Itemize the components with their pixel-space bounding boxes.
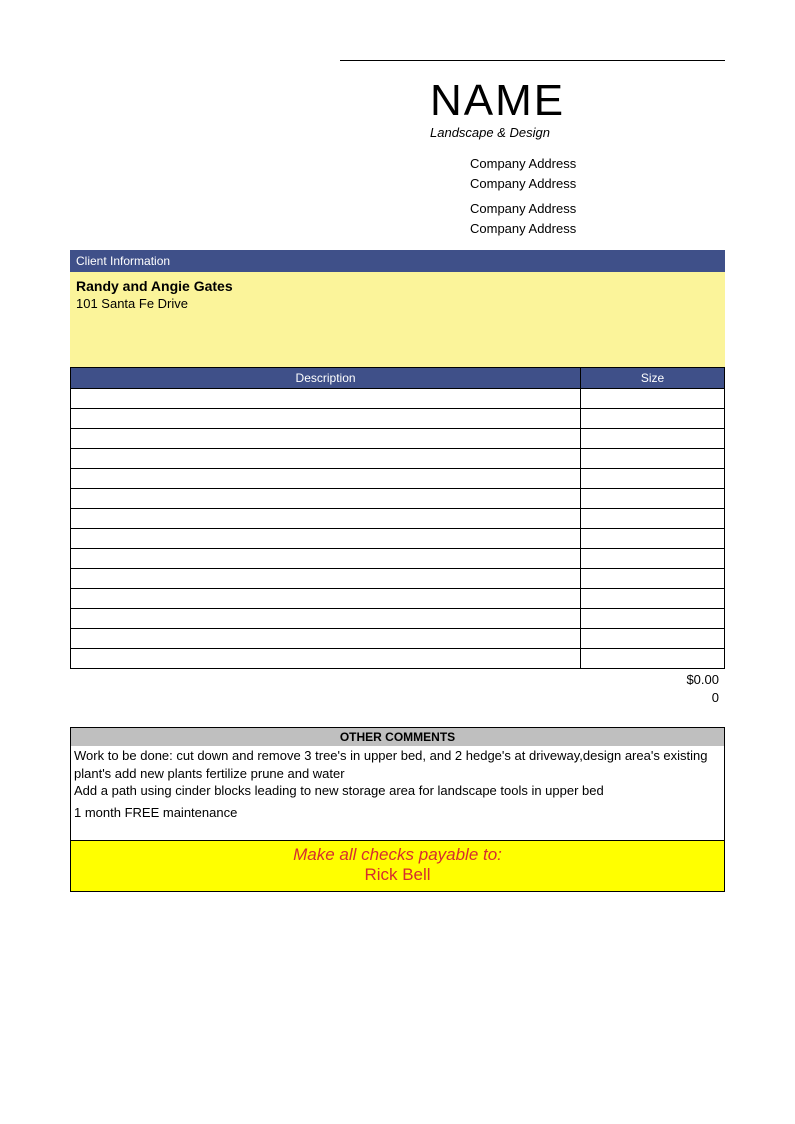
table-row xyxy=(71,489,725,509)
cell-description xyxy=(71,529,581,549)
table-row xyxy=(71,609,725,629)
client-address: 101 Santa Fe Drive xyxy=(76,296,719,311)
table-row xyxy=(71,649,725,669)
total-secondary: 0 xyxy=(70,689,719,707)
cell-size xyxy=(581,469,725,489)
cell-description xyxy=(71,549,581,569)
column-header-size: Size xyxy=(581,368,725,389)
table-row xyxy=(71,449,725,469)
line-items-body xyxy=(71,389,725,669)
cell-description xyxy=(71,509,581,529)
cell-size xyxy=(581,429,725,449)
cell-description xyxy=(71,469,581,489)
table-row xyxy=(71,569,725,589)
column-header-description: Description xyxy=(71,368,581,389)
company-name: NAME xyxy=(430,79,725,123)
totals-block: $0.00 0 xyxy=(70,669,725,727)
client-name: Randy and Angie Gates xyxy=(76,278,719,294)
cell-size xyxy=(581,409,725,429)
company-address-line: Company Address xyxy=(470,199,725,219)
cell-description xyxy=(71,449,581,469)
top-horizontal-rule xyxy=(340,60,725,61)
table-row xyxy=(71,429,725,449)
cell-description xyxy=(71,429,581,449)
comment-line: Add a path using cinder blocks leading t… xyxy=(74,782,721,800)
cell-size xyxy=(581,389,725,409)
comment-line: Work to be done: cut down and remove 3 t… xyxy=(74,747,721,782)
cell-description xyxy=(71,589,581,609)
cell-description xyxy=(71,609,581,629)
cell-size xyxy=(581,609,725,629)
line-items-table: Description Size xyxy=(70,367,725,669)
cell-size xyxy=(581,449,725,469)
checks-payee: Rick Bell xyxy=(71,865,724,885)
client-info-box: Randy and Angie Gates 101 Santa Fe Drive xyxy=(70,272,725,367)
cell-size xyxy=(581,589,725,609)
cell-size xyxy=(581,509,725,529)
comment-line: 1 month FREE maintenance xyxy=(74,804,721,822)
table-row xyxy=(71,529,725,549)
company-address-line: Company Address xyxy=(470,154,725,174)
table-row xyxy=(71,389,725,409)
cell-size xyxy=(581,569,725,589)
cell-description xyxy=(71,569,581,589)
company-address-line: Company Address xyxy=(470,174,725,194)
table-row xyxy=(71,409,725,429)
table-row xyxy=(71,549,725,569)
table-row xyxy=(71,589,725,609)
client-info-header: Client Information xyxy=(70,250,725,272)
cell-description xyxy=(71,489,581,509)
cell-size xyxy=(581,649,725,669)
company-address-block: Company Address Company Address Company … xyxy=(470,154,725,238)
cell-size xyxy=(581,489,725,509)
payment-instructions: Make all checks payable to: Rick Bell xyxy=(70,840,725,892)
company-tagline: Landscape & Design xyxy=(430,125,725,140)
cell-size xyxy=(581,549,725,569)
checks-payable-label: Make all checks payable to: xyxy=(293,845,502,864)
other-comments-header: OTHER COMMENTS xyxy=(70,727,725,746)
table-row xyxy=(71,509,725,529)
cell-description xyxy=(71,409,581,429)
cell-description xyxy=(71,389,581,409)
cell-description xyxy=(71,649,581,669)
cell-size xyxy=(581,529,725,549)
company-header: NAME Landscape & Design xyxy=(430,79,725,140)
other-comments-body: Work to be done: cut down and remove 3 t… xyxy=(70,746,725,839)
table-row xyxy=(71,469,725,489)
company-address-line: Company Address xyxy=(470,219,725,239)
cell-description xyxy=(71,629,581,649)
table-row xyxy=(71,629,725,649)
cell-size xyxy=(581,629,725,649)
total-amount: $0.00 xyxy=(70,671,719,689)
